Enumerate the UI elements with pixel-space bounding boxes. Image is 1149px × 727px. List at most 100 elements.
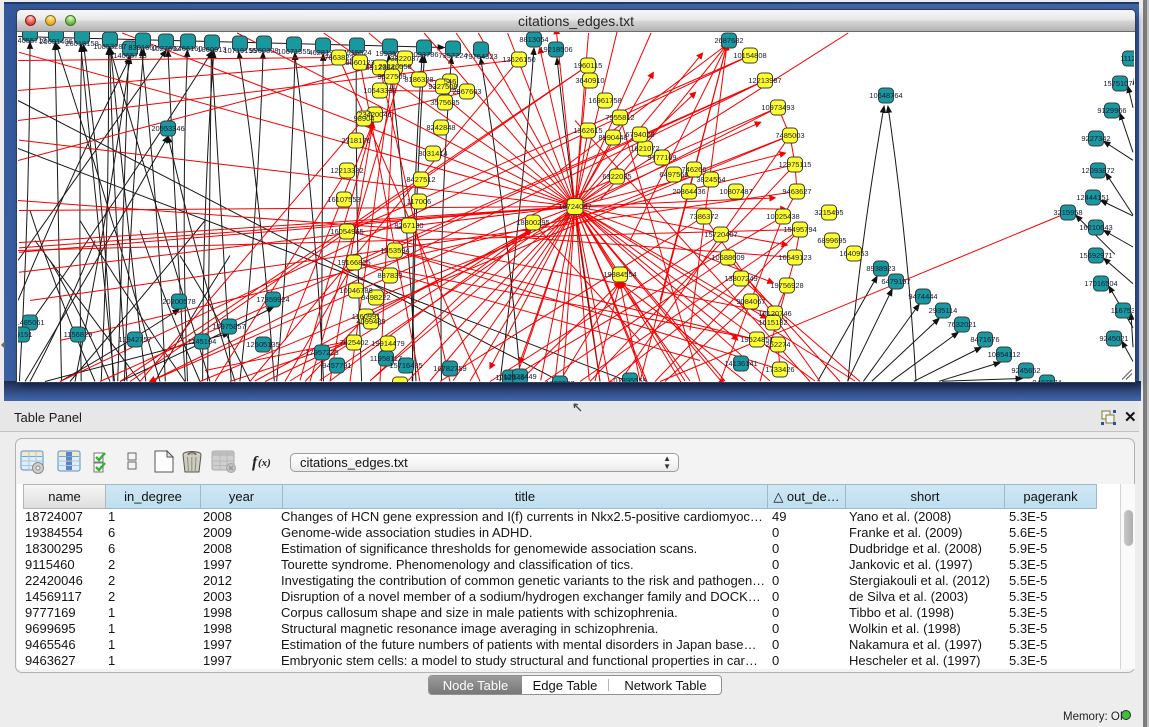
svg-text:20553346: 20553346	[151, 124, 184, 133]
svg-text:10648764: 10648764	[869, 91, 902, 100]
svg-text:10854112: 10854112	[988, 350, 1021, 359]
svg-text:9245652: 9245652	[1011, 366, 1040, 375]
svg-text:(x): (x)	[258, 457, 271, 469]
svg-text:20200578: 20200578	[162, 297, 195, 306]
svg-text:7955812: 7955812	[605, 113, 634, 122]
svg-text:15716485: 15716485	[389, 361, 422, 370]
svg-text:17957223: 17957223	[305, 348, 338, 357]
svg-text:3215958: 3215958	[1053, 208, 1082, 217]
svg-text:12213987: 12213987	[748, 76, 781, 85]
svg-text:12444151: 12444151	[1076, 193, 1109, 202]
svg-text:7357224: 7357224	[438, 51, 467, 60]
svg-text:19384554: 19384554	[603, 270, 636, 279]
svg-text:1485061: 1485061	[18, 318, 45, 327]
svg-text:14055713: 14055713	[113, 51, 146, 60]
svg-text:23226058: 23226058	[378, 62, 411, 71]
svg-text:9245021: 9245021	[1099, 334, 1128, 343]
svg-text:12213382: 12213382	[330, 166, 363, 175]
svg-text:79754323: 79754323	[464, 52, 497, 61]
svg-text:8938923: 8938923	[866, 264, 895, 273]
svg-text:9227342: 9227342	[1081, 134, 1110, 143]
svg-text:16107553: 16107553	[327, 195, 360, 204]
svg-text:2935114: 2935114	[929, 306, 958, 315]
svg-text:17359924: 17359924	[256, 295, 289, 304]
svg-text:3822037: 3822037	[390, 54, 419, 63]
svg-text:14136141: 14136141	[724, 359, 757, 368]
svg-text:16120746: 16120746	[758, 309, 791, 318]
svg-text:4099489: 4099489	[356, 317, 385, 326]
svg-text:19218506: 19218506	[539, 45, 572, 54]
svg-text:252274: 252274	[765, 340, 790, 349]
svg-text:8242848: 8242848	[426, 123, 455, 132]
svg-text:1145194: 1145194	[188, 337, 217, 346]
svg-text:8990448: 8990448	[598, 133, 627, 142]
svg-text:01895559: 01895559	[613, 376, 646, 382]
svg-text:1733426: 1733426	[765, 365, 794, 374]
svg-text:8031414: 8031414	[418, 149, 447, 158]
svg-text:10025438: 10025438	[766, 212, 799, 221]
svg-text:6899695: 6899695	[817, 236, 846, 245]
svg-text:9777169: 9777169	[647, 153, 676, 162]
svg-text:116753: 116753	[1111, 306, 1134, 315]
svg-text:11123: 11123	[1120, 54, 1134, 63]
svg-text:12823449: 12823449	[503, 372, 536, 381]
svg-text:9084067: 9084067	[736, 297, 765, 306]
svg-text:16054965: 16054965	[330, 227, 363, 236]
svg-text:1621072: 1621072	[630, 144, 659, 153]
svg-text:10543332: 10543332	[363, 86, 396, 95]
svg-text:10807487: 10807487	[719, 187, 752, 196]
svg-text:2718176: 2718176	[341, 136, 370, 145]
svg-text:16961758: 16961758	[588, 96, 621, 105]
svg-text:1640953: 1640953	[839, 249, 868, 258]
svg-text:2867603: 2867603	[452, 87, 481, 96]
svg-text:10154808: 10154808	[733, 51, 766, 60]
svg-text:98904: 98904	[354, 114, 375, 123]
svg-text:7632021: 7632021	[947, 320, 976, 329]
svg-text:12975115: 12975115	[779, 160, 812, 169]
svg-text:12093872: 12093872	[1081, 166, 1114, 175]
svg-text:16210643: 16210643	[1079, 223, 1112, 232]
svg-text:9827509: 9827509	[377, 72, 406, 81]
svg-text:10671355: 10671355	[277, 47, 310, 56]
svg-text:3640910: 3640910	[575, 76, 604, 85]
svg-text:16549123: 16549123	[778, 253, 811, 262]
svg-text:9457791: 9457791	[322, 361, 351, 370]
svg-text:9463627: 9463627	[782, 187, 811, 196]
svg-text:9487574: 9487574	[1032, 378, 1061, 382]
svg-text:12505135: 12505135	[246, 340, 279, 349]
svg-text:20364436: 20364436	[672, 187, 705, 196]
svg-text:8471676: 8471676	[970, 335, 999, 344]
svg-text:1353594: 1353594	[380, 246, 409, 255]
svg-text:3215495: 3215495	[814, 208, 843, 217]
svg-text:10973493: 10973493	[761, 103, 794, 112]
svg-text:3575685: 3575685	[430, 98, 459, 107]
svg-text:9960308: 9960308	[249, 46, 278, 55]
svg-text:2687682: 2687682	[714, 36, 743, 45]
svg-text:15495794: 15495794	[783, 225, 816, 234]
svg-text:9474444: 9474444	[908, 292, 937, 301]
svg-text:1615132: 1615132	[758, 318, 787, 327]
svg-text:8427512: 8427512	[406, 175, 435, 184]
svg-text:8813054: 8813054	[519, 35, 548, 44]
svg-text:19914479: 19914479	[371, 339, 404, 348]
svg-text:7485003: 7485003	[775, 131, 804, 140]
svg-text:39151: 39151	[18, 330, 32, 339]
svg-text:8267130: 8267130	[394, 221, 423, 230]
svg-text:9498222: 9498222	[361, 293, 390, 302]
svg-text:12942757: 12942757	[118, 335, 151, 344]
svg-text:9129966: 9129966	[1097, 106, 1126, 115]
svg-text:18724007: 18724007	[558, 202, 591, 211]
svg-text:19166825: 19166825	[337, 258, 370, 267]
svg-text:19756928: 19756928	[770, 281, 803, 290]
svg-text:16782759: 16782759	[433, 364, 466, 373]
svg-text:1960115: 1960115	[574, 61, 603, 70]
svg-text:887833: 887833	[377, 271, 402, 280]
svg-text:6794028: 6794028	[625, 130, 654, 139]
svg-text:10975857: 10975857	[212, 322, 245, 331]
svg-text:7625402: 7625402	[339, 338, 368, 347]
svg-text:6479197: 6479197	[881, 277, 910, 286]
svg-text:97114710: 97114710	[384, 380, 417, 382]
svg-text:18300295: 18300295	[516, 218, 549, 227]
svg-text:1860913: 1860913	[197, 45, 226, 54]
svg-text:10688609: 10688609	[711, 253, 744, 262]
